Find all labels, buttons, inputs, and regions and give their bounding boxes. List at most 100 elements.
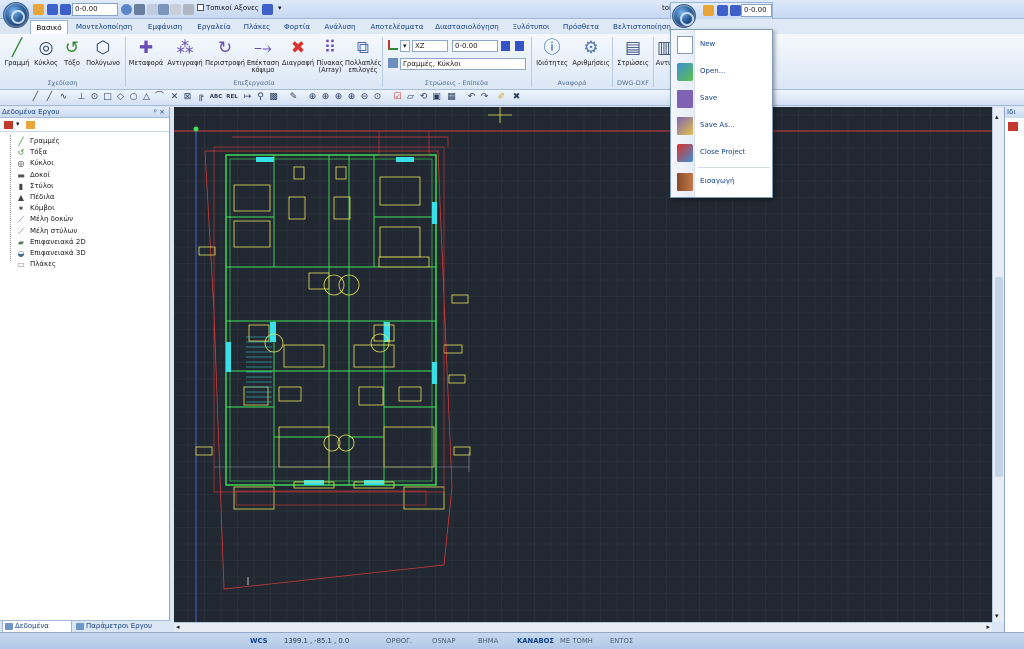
brush-icon[interactable]: ✐	[496, 92, 507, 103]
hatch-icon[interactable]: ▩	[268, 92, 279, 103]
copy-button[interactable]: ⁂ Αντιγραφή	[165, 36, 205, 80]
intersection-snap-icon[interactable]: ✕	[169, 92, 180, 103]
tab-analysis[interactable]: Ανάλυση	[322, 20, 358, 34]
abc-text-tool[interactable]: ABC	[209, 92, 223, 103]
snap-settings-icon[interactable]: ⚲	[255, 92, 266, 103]
arrow-down-icon[interactable]	[60, 4, 71, 15]
app-menu-item[interactable]: Save As...	[671, 113, 772, 139]
center-snap-icon[interactable]: ⊙	[89, 92, 100, 103]
application-orb-button[interactable]	[3, 2, 29, 28]
tree-item[interactable]: ▭ Πλάκες	[16, 259, 56, 270]
select-box-icon[interactable]: ▱	[405, 92, 416, 103]
toggle-step[interactable]: ΒΗΜΑ	[478, 637, 498, 645]
undo-icon[interactable]: ↶	[466, 92, 477, 103]
endpoint-snap-icon[interactable]: □	[102, 92, 113, 103]
app-menu-item[interactable]: Close Project	[671, 140, 772, 166]
print-icon[interactable]	[183, 4, 194, 15]
apparent-snap-icon[interactable]: ⊠	[182, 92, 193, 103]
layer-level-select[interactable]: 0-0.00	[452, 40, 498, 52]
rel-tool[interactable]: REL	[225, 92, 239, 103]
arrow-up-icon[interactable]	[501, 41, 510, 51]
tree-item[interactable]: ◎ Κύκλοι	[16, 158, 54, 169]
application-orb-button[interactable]	[672, 4, 696, 28]
app-menu-item[interactable]: Open...	[671, 59, 772, 85]
app-menu-item[interactable]: Save	[671, 86, 772, 112]
pin-icon[interactable]	[262, 4, 273, 15]
horizontal-scrollbar[interactable]: ◂ ▸	[174, 622, 992, 632]
redo-icon[interactable]: ↷	[479, 92, 490, 103]
copy-icon[interactable]	[134, 4, 145, 15]
tree-item[interactable]: ↺ Τόξα	[16, 147, 47, 158]
tab-loads[interactable]: Φορτία	[280, 20, 314, 34]
extend-trim-button[interactable]: ⤍ Επέκταση κόψιμο	[245, 36, 281, 80]
spline-tool-icon[interactable]: ∿	[58, 92, 69, 103]
zoom-out-icon[interactable]: ⊖	[359, 92, 370, 103]
circle-button[interactable]: ◎ Κύκλος	[32, 36, 60, 80]
delete-button[interactable]: ✖ Διαγραφή	[281, 36, 315, 80]
toggle-inside[interactable]: ΕΝΤΟΣ	[610, 637, 633, 645]
close-x-icon[interactable]: ✖	[511, 92, 522, 103]
tab-addons[interactable]: Πρόσθετα	[561, 20, 601, 34]
layers-view-icon[interactable]: ▦	[446, 92, 457, 103]
drawing-canvas[interactable]	[174, 107, 992, 622]
toggle-osnap[interactable]: OSNAP	[432, 637, 456, 645]
layer-filter-select[interactable]: Γραμμές, Κύκλοι	[400, 58, 526, 70]
midpoint-snap-icon[interactable]: △	[141, 92, 152, 103]
tree-item[interactable]: ▰ Επιφανειακά 2D	[16, 237, 86, 248]
regen-icon[interactable]: ▣	[431, 92, 442, 103]
tree-item[interactable]: ✶ Κόμβοι	[16, 203, 55, 214]
tab-optimization[interactable]: Βελτιστοποίηση	[610, 20, 674, 34]
nearest-snap-icon[interactable]: ⌒	[154, 92, 165, 103]
level-select[interactable]: 0-0.00	[741, 4, 772, 17]
perpendicular-snap-icon[interactable]: ⊥	[76, 92, 87, 103]
panel-pin-close[interactable]: ᵖ ×	[154, 107, 165, 118]
check-icon[interactable]: ☑	[392, 92, 403, 103]
level-select[interactable]: 0-0.00	[72, 3, 118, 16]
tree-item[interactable]: ╱ Γραμμές	[16, 136, 60, 147]
arc-button[interactable]: ↺ Τόξο	[61, 36, 83, 80]
eye-icon[interactable]	[158, 4, 169, 15]
polyline-tool-icon[interactable]: ╱	[44, 92, 55, 103]
toggle-ortho[interactable]: ΟΡΘΟΓ.	[386, 637, 412, 645]
scroll-down-icon[interactable]: ▾	[995, 612, 999, 620]
tree-item[interactable]: ⟋ Μέλη δοκών	[16, 214, 73, 225]
arrow-down-icon[interactable]	[515, 41, 524, 51]
tree-item[interactable]: ▬ Δοκοί	[16, 170, 50, 181]
tab-view[interactable]: Εμφάνιση	[143, 20, 187, 34]
tab-basic[interactable]: Βασικό	[30, 20, 68, 34]
redraw-icon[interactable]: ⟲	[418, 92, 429, 103]
app-menu-item[interactable]: Εισαγωγή	[671, 169, 772, 195]
plane-select[interactable]: XZ	[412, 40, 448, 52]
scroll-up-icon[interactable]: ▴	[995, 113, 999, 121]
tab-slabs[interactable]: Πλάκες	[241, 20, 273, 34]
parallel-snap-icon[interactable]: ╔	[195, 92, 206, 103]
extra-button[interactable]: ▥ Αντι	[655, 36, 671, 80]
tab-tools[interactable]: Εργαλεία	[195, 20, 233, 34]
scroll-left-icon[interactable]: ◂	[176, 623, 180, 631]
line-tool-icon[interactable]: ╱	[30, 92, 41, 103]
pan-icon[interactable]: ✎	[288, 92, 299, 103]
refresh-icon[interactable]	[170, 4, 181, 15]
arrow-down-icon[interactable]	[730, 5, 741, 16]
tab-formwork[interactable]: Ξυλότυποι	[508, 20, 554, 34]
dropdown-arrow-icon[interactable]: ▾	[400, 40, 410, 52]
dimension-icon[interactable]: ↦	[242, 92, 253, 103]
dots-icon[interactable]	[147, 4, 158, 15]
dropdown-arrow-icon[interactable]: ▾	[278, 4, 282, 12]
numbering-button[interactable]: ⚙ Αριθμήσεις	[571, 36, 611, 80]
arrow-up-icon[interactable]	[717, 5, 728, 16]
tree-item[interactable]: ▲ Πέδιλα	[16, 192, 55, 203]
view-icon[interactable]	[121, 4, 132, 15]
arrow-up-icon[interactable]	[47, 4, 58, 15]
properties-menu-icon[interactable]	[1008, 122, 1018, 131]
scroll-right-icon[interactable]: ▸	[986, 623, 990, 631]
tree-item[interactable]: ⟋ Μέλη στύλων	[16, 226, 77, 237]
quadrant-snap-icon[interactable]: ◇	[115, 92, 126, 103]
cad-drawing[interactable]	[174, 107, 992, 622]
dropdown-arrow-icon[interactable]: ▾	[16, 120, 20, 128]
polygon-button[interactable]: ⬡ Πολύγωνο	[84, 36, 122, 80]
zoom-all-icon[interactable]: ⊙	[372, 92, 383, 103]
tab-results[interactable]: Αποτελέσματα	[368, 20, 426, 34]
line-button[interactable]: ╱ Γραμμή	[4, 36, 30, 80]
tree-menu-icon[interactable]	[4, 121, 13, 129]
